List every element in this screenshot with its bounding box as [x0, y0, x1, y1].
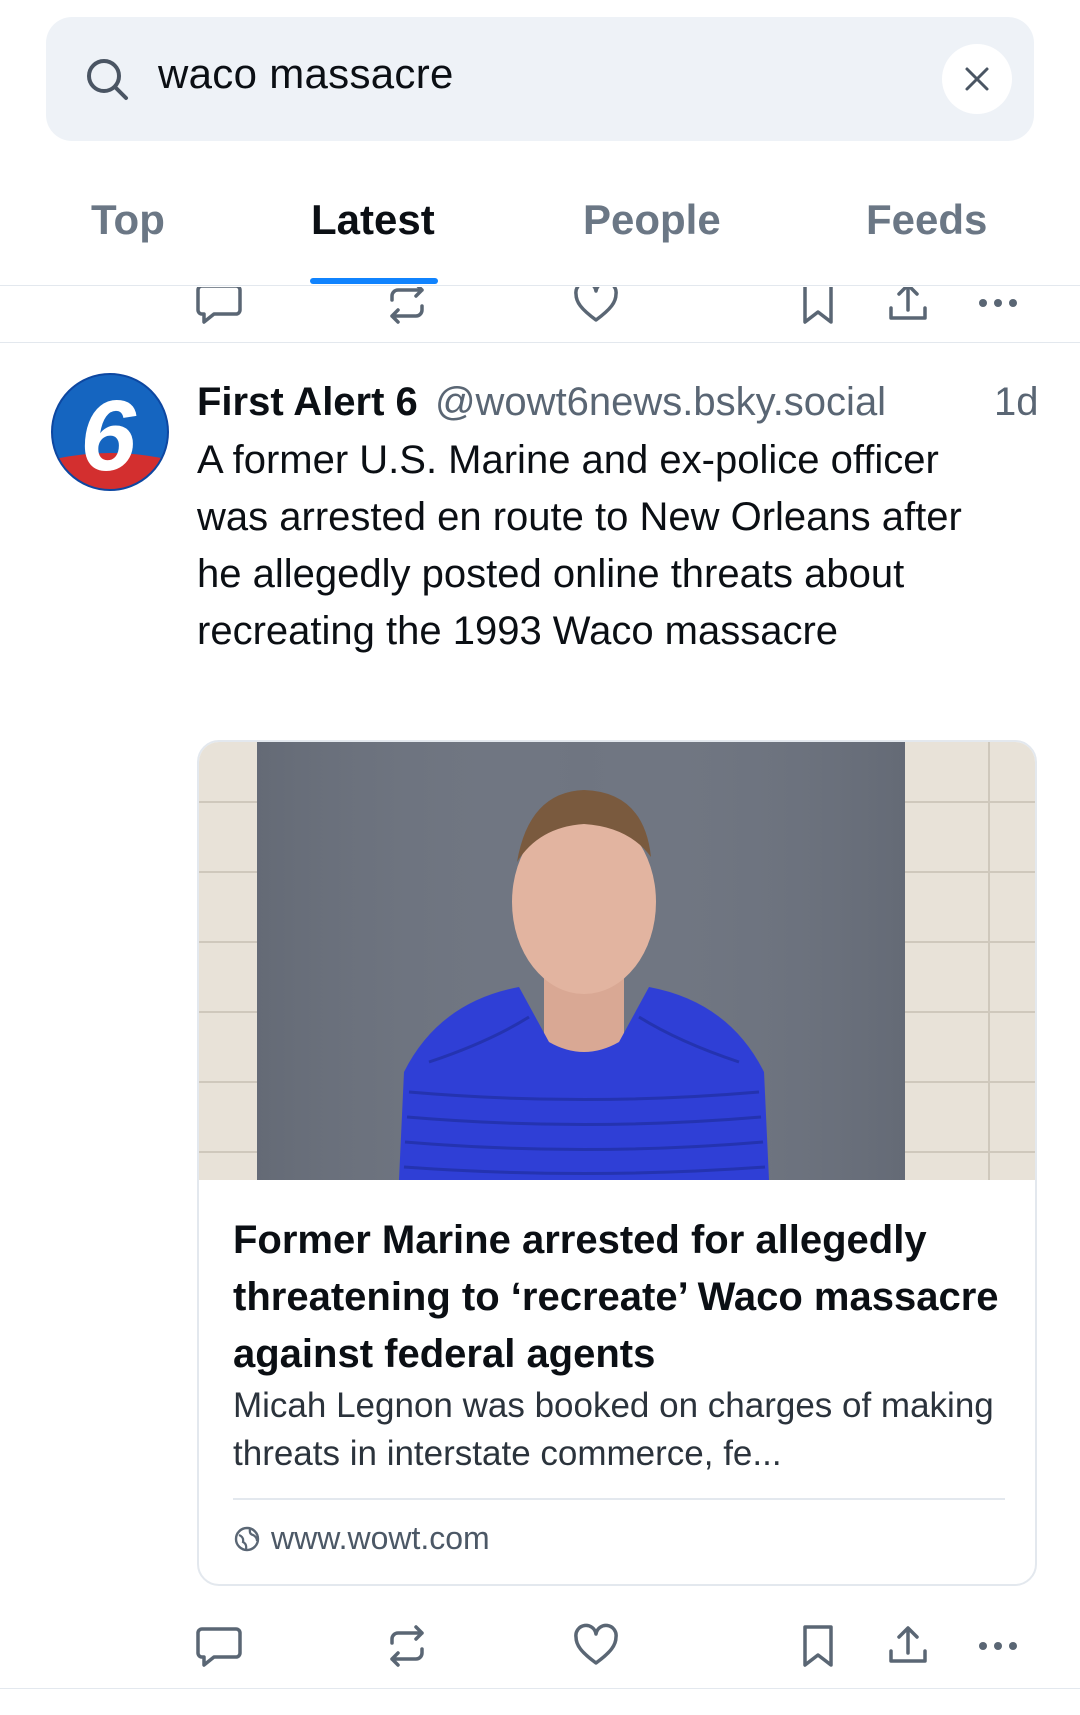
- globe-icon: [234, 1526, 260, 1551]
- post-header: First Alert 6 @wowt6news.bsky.social: [197, 374, 1057, 430]
- reply-icon[interactable]: [191, 287, 247, 331]
- repost-icon[interactable]: [379, 1618, 435, 1674]
- author-handle[interactable]: @wowt6news.bsky.social: [435, 380, 886, 424]
- active-tab-indicator: [310, 278, 438, 284]
- reply-icon[interactable]: [191, 1618, 247, 1674]
- link-card-description: Micah Legnon was booked on charges of ma…: [233, 1386, 994, 1473]
- tab-feeds[interactable]: Feeds: [866, 196, 987, 244]
- share-icon[interactable]: [880, 1618, 936, 1674]
- post-time: 1d: [994, 380, 1039, 424]
- post-text: A former U.S. Marine and ex-police offic…: [197, 438, 962, 653]
- bookmark-icon[interactable]: [790, 1618, 846, 1674]
- like-icon[interactable]: [568, 287, 624, 331]
- like-icon[interactable]: [568, 1618, 624, 1674]
- search-tabs: Top Latest People Feeds: [0, 160, 1080, 286]
- more-icon[interactable]: [970, 1618, 1026, 1674]
- search-icon: [87, 59, 128, 100]
- more-icon[interactable]: [970, 287, 1026, 331]
- post[interactable]: 6 First Alert 6 @wowt6news.bsky.social 1…: [0, 344, 1080, 1689]
- previous-post-actions: [0, 287, 1080, 343]
- author-name[interactable]: First Alert 6: [197, 380, 418, 424]
- post-actions: [0, 1606, 1080, 1686]
- svg-text:6: 6: [80, 380, 137, 492]
- tab-latest[interactable]: Latest: [311, 196, 435, 244]
- share-icon[interactable]: [880, 287, 936, 331]
- link-card-divider: [233, 1498, 1005, 1500]
- repost-icon[interactable]: [379, 287, 435, 331]
- close-icon: [965, 67, 989, 91]
- link-card-domain-text: www.wowt.com: [271, 1520, 490, 1556]
- clear-search-button[interactable]: [942, 44, 1012, 114]
- link-card[interactable]: Former Marine arrested for allegedly thr…: [197, 740, 1037, 1586]
- avatar[interactable]: 6: [50, 372, 170, 492]
- link-card-domain: www.wowt.com: [233, 1520, 490, 1557]
- tab-top[interactable]: Top: [91, 196, 165, 244]
- link-card-image: [199, 742, 1035, 1180]
- tab-people[interactable]: People: [583, 196, 721, 244]
- bookmark-icon[interactable]: [790, 287, 846, 331]
- link-card-title: Former Marine arrested for allegedly thr…: [233, 1218, 999, 1376]
- search-input[interactable]: waco massacre: [158, 50, 454, 98]
